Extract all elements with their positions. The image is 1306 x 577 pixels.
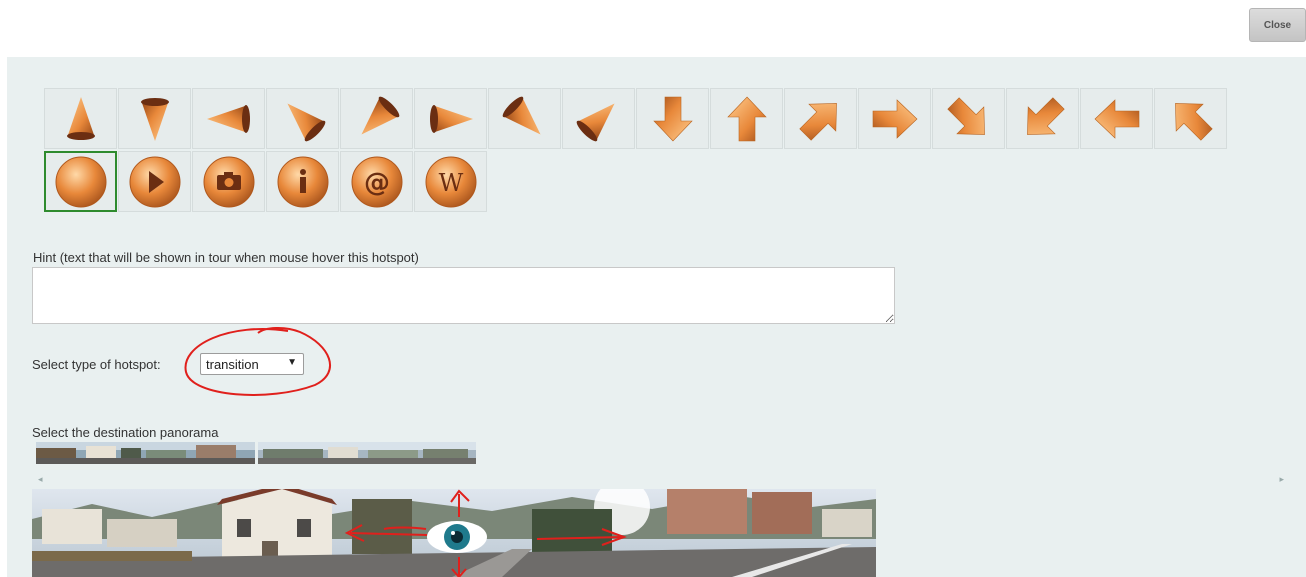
info-icon [277, 156, 328, 207]
hotspot-icon-option[interactable] [44, 151, 117, 212]
scroll-left-icon[interactable]: ◂ [38, 474, 43, 485]
arrow-right-icon [872, 98, 917, 139]
hotspot-icon-option[interactable] [858, 88, 931, 149]
close-button[interactable]: Close [1249, 8, 1306, 42]
hotspot-type-value: transition [206, 356, 259, 372]
panorama-thumbnail-2[interactable] [258, 442, 476, 464]
play-icon [129, 156, 180, 207]
arrow-up-left-icon [1174, 102, 1213, 141]
hint-label: Hint (text that will be shown in tour wh… [33, 250, 419, 265]
at-icon: @ [351, 156, 402, 207]
scroll-right-icon[interactable]: ▸ [1279, 474, 1284, 485]
panorama-thumbnail-1[interactable] [36, 442, 255, 464]
arrow-up-right-icon [798, 102, 837, 141]
chevron-down-icon: ▼ [287, 357, 297, 368]
wikipedia-icon: W [425, 156, 476, 207]
cone-left-icon [206, 104, 250, 133]
cone-down-icon [140, 97, 169, 141]
hotspot-icon-option[interactable]: W [414, 151, 487, 212]
hotspot-icon-option[interactable] [636, 88, 709, 149]
cone-up-icon [66, 96, 95, 140]
cone-right-icon [429, 104, 473, 133]
hotspot-icon-option[interactable] [340, 88, 413, 149]
hotspot-icon-option[interactable] [266, 88, 339, 149]
arrow-up-icon [726, 96, 767, 141]
cone-up-left-icon [286, 102, 325, 141]
arrow-down-right-icon [946, 96, 985, 135]
hotspot-icon-option[interactable] [1080, 88, 1153, 149]
hotspot-icon-option[interactable] [44, 88, 117, 149]
hotspot-type-select[interactable]: transition ▼ [200, 353, 304, 375]
hotspot-icon-option[interactable] [1006, 88, 1079, 149]
circle-icon [55, 156, 106, 207]
thumbnail-scrollbar[interactable]: ◂ ▸ [32, 474, 1292, 488]
arrow-left-icon [1094, 98, 1139, 139]
cone-up-right-icon [576, 102, 615, 141]
hotspot-icon-option[interactable] [118, 151, 191, 212]
hotspot-icon-option[interactable] [784, 88, 857, 149]
hotspot-icon-option[interactable] [932, 88, 1005, 149]
hotspot-icon-option[interactable] [488, 88, 561, 149]
svg-text:@: @ [364, 168, 390, 198]
arrow-down-icon [652, 96, 693, 141]
svg-text:W: W [438, 169, 463, 197]
hotspot-icon-row-symbols: @ W [44, 151, 487, 212]
hotspot-icon-option[interactable] [1154, 88, 1227, 149]
destination-label: Select the destination panorama [32, 425, 219, 440]
panorama-preview[interactable] [32, 489, 876, 577]
hotspot-type-label: Select type of hotspot: [32, 357, 161, 372]
hotspot-icon-option[interactable] [710, 88, 783, 149]
hotspot-icon-option[interactable] [118, 88, 191, 149]
hotspot-icon-option[interactable] [414, 88, 487, 149]
camera-icon [203, 156, 254, 207]
hotspot-icon-option[interactable] [266, 151, 339, 212]
hotspot-icon-option[interactable] [192, 88, 265, 149]
hint-textarea[interactable] [32, 267, 895, 324]
hotspot-icon-option[interactable] [192, 151, 265, 212]
hotspot-icon-row-directional [44, 88, 1227, 149]
cone-down-left-icon [360, 96, 399, 135]
hotspot-icon-option[interactable] [562, 88, 635, 149]
arrow-down-left-icon [1026, 96, 1065, 135]
cone-down-right-icon [502, 96, 541, 135]
hotspot-icon-option[interactable]: @ [340, 151, 413, 212]
